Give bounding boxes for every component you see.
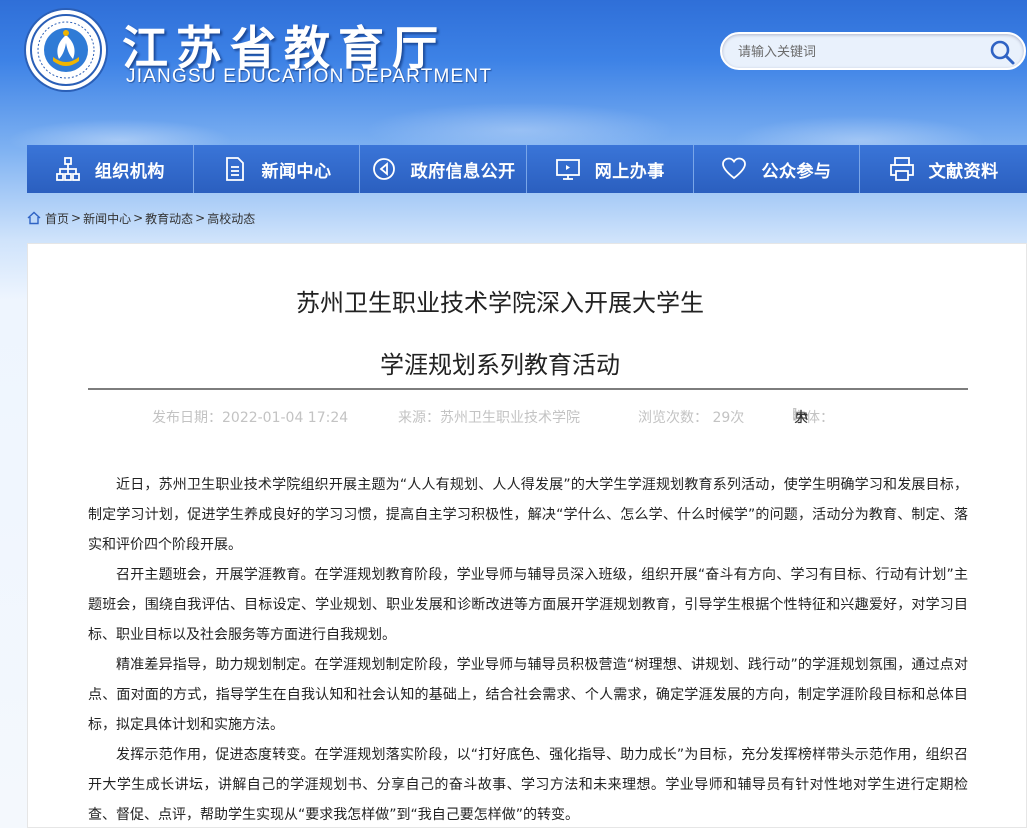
play-circle-icon [372, 158, 395, 180]
breadcrumb-education-news[interactable]: 教育动态 [145, 210, 193, 227]
breadcrumb: 首页 > 新闻中心 > 教育动态 > 高校动态 [27, 209, 255, 227]
article-paragraph: 精准差异指导，助力规划制定。在学涯规划制定阶段，学业导师与辅导员积极营造“树理想… [88, 657, 968, 733]
department-logo[interactable] [26, 10, 106, 90]
article-source: 来源：苏州卫生职业技术学院 [398, 410, 580, 426]
home-icon [27, 211, 41, 225]
search-box [720, 32, 1026, 70]
logo-emblem-icon [30, 14, 102, 86]
article-paragraph: 近日，苏州卫生职业技术学院组织开展主题为“人人有规划、人人得发展”的大学生学涯规… [88, 477, 968, 553]
nav-item-public-participation[interactable]: 公众参与 [693, 145, 861, 193]
main-navigation: 组织机构 新闻中心 政府信息公开 网上办事 公众参与 文献资料 [27, 145, 1027, 193]
site-header: 江苏省教育厅 JIANGSU EDUCATION DEPARTMENT [0, 0, 1027, 145]
article-title-line2: 学涯规划系列教育活动 [380, 351, 620, 379]
article-paragraph: 召开主题班会，开展学涯教育。在学涯规划教育阶段，学业导师与辅导员深入班级，组织开… [88, 567, 968, 643]
breadcrumb-university-news[interactable]: 高校动态 [207, 210, 255, 227]
nav-item-news[interactable]: 新闻中心 [193, 145, 361, 193]
breadcrumb-separator: > [71, 211, 82, 225]
article-meta: 发布日期：2022-01-04 17:24 来源：苏州卫生职业技术学院 浏览次数… [0, 407, 1000, 427]
nav-label: 新闻中心 [261, 161, 332, 182]
site-subtitle: JIANGSU EDUCATION DEPARTMENT [126, 66, 493, 87]
monitor-icon [555, 159, 580, 180]
article-paragraph: 发挥示范作用，促进态度转变。在学涯规划落实阶段，以“打好底色、强化指导、助力成长… [88, 747, 968, 823]
article-body: 近日，苏州卫生职业技术学院组织开展主题为“人人有规划、人人得发展”的大学生学涯规… [88, 470, 968, 828]
nav-item-online-services[interactable]: 网上办事 [526, 145, 694, 193]
search-button[interactable] [988, 38, 1016, 66]
nav-label: 文献资料 [928, 161, 999, 182]
breadcrumb-news-center[interactable]: 新闻中心 [83, 210, 131, 227]
view-count: 浏览次数： 29次 [638, 410, 745, 426]
nav-label: 公众参与 [761, 161, 832, 182]
title-divider [88, 388, 968, 390]
publish-date: 发布日期：2022-01-04 17:24 [152, 410, 349, 426]
nav-item-organization[interactable]: 组织机构 [27, 145, 194, 193]
nav-item-gov-info[interactable]: 政府信息公开 [360, 145, 527, 193]
breadcrumb-separator: > [195, 211, 206, 225]
nav-label: 组织机构 [94, 161, 165, 182]
org-chart-icon [55, 157, 80, 181]
breadcrumb-home[interactable]: 首页 [45, 210, 69, 227]
document-icon [226, 157, 245, 181]
nav-label: 政府信息公开 [410, 161, 516, 182]
article-title-line1: 苏州卫生职业技术学院深入开展大学生 [296, 289, 704, 317]
printer-icon [889, 157, 914, 181]
breadcrumb-separator: > [133, 211, 144, 225]
heart-icon [722, 157, 747, 180]
font-bracket-close: ] [792, 407, 798, 423]
nav-item-documents[interactable]: 文献资料 [860, 145, 1027, 193]
nav-label: 网上办事 [594, 161, 665, 182]
search-input[interactable] [738, 41, 978, 63]
search-icon [990, 40, 1015, 65]
